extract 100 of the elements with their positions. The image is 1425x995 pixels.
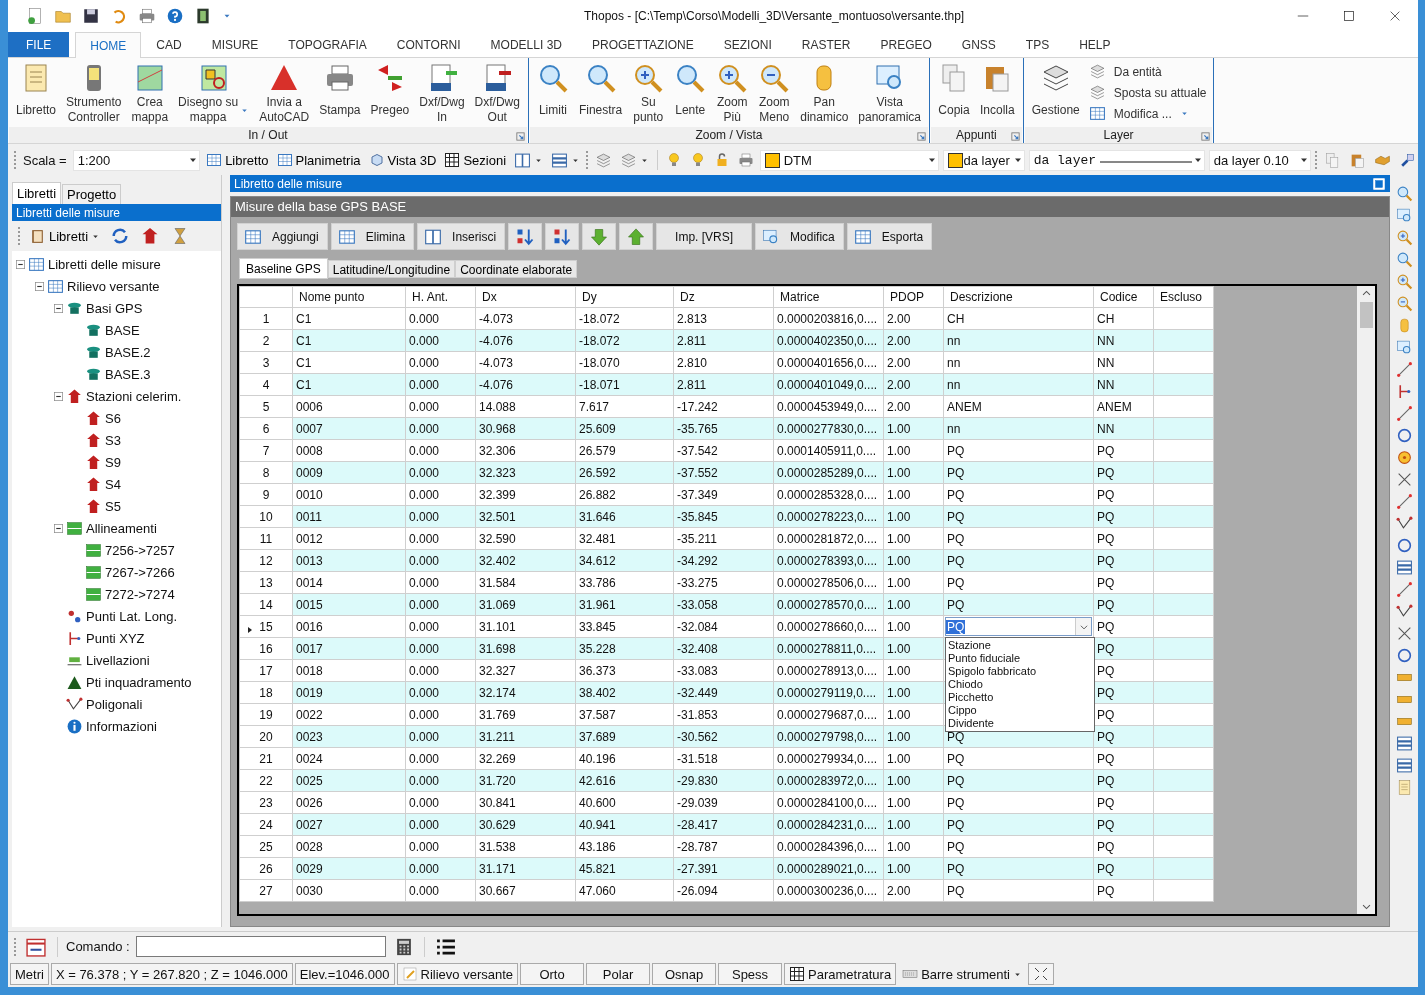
toolbar-button[interactable]	[582, 223, 617, 250]
ribbon-button[interactable]: Gestione	[1026, 60, 1085, 127]
status-item[interactable]: Metri	[10, 963, 49, 985]
toolbar-button[interactable]: Aggiungi	[237, 223, 328, 250]
collapse-icon[interactable]	[16, 259, 25, 269]
collapse-icon[interactable]	[54, 303, 63, 313]
tab[interactable]: Latitudine/Longitudine	[327, 260, 456, 278]
tree-item[interactable]: 7256->7257	[105, 542, 175, 558]
view-button[interactable]: Libretto	[204, 152, 271, 168]
restore-button[interactable]	[1372, 176, 1386, 191]
column-header[interactable]: Dx	[475, 286, 576, 308]
ribbon-button[interactable]: Zoom Più	[711, 60, 754, 127]
tree-item[interactable]: S5	[105, 498, 121, 514]
ribbon-button[interactable]: Vista panoramica	[853, 60, 926, 127]
ribbon-button[interactable]: Incolla	[975, 60, 1020, 127]
column-header[interactable]: Dy	[575, 286, 674, 308]
ribbon-button[interactable]: Copia	[933, 60, 975, 127]
tree-item[interactable]: Informazioni	[86, 718, 157, 734]
tree-item[interactable]: Livellazioni	[86, 652, 150, 668]
ribbon-button[interactable]: Limiti	[531, 60, 574, 127]
scale-dropdown[interactable]: 1:200	[72, 149, 201, 171]
column-header[interactable]: Matrice	[773, 286, 884, 308]
status-item[interactable]: Polar	[586, 963, 651, 985]
column-header[interactable]: PDOP	[883, 286, 944, 308]
tree-item[interactable]: Punti XYZ	[86, 630, 145, 646]
status-item[interactable]: Rilievo versante	[396, 963, 519, 985]
toolbar-button[interactable]: Esporta	[846, 223, 933, 250]
ribbon-button[interactable]: Stampa	[314, 60, 366, 127]
view-button[interactable]: Planimetria	[274, 152, 363, 168]
tree-item[interactable]: 7272->7274	[105, 586, 175, 602]
status-item[interactable]: Elev.=1046.000	[294, 963, 395, 985]
tree-item[interactable]: Basi GPS	[86, 300, 143, 316]
tree-item[interactable]: Libretti delle misure	[48, 256, 161, 272]
dropdown-option[interactable]: Chiodo	[948, 678, 1092, 691]
status-item[interactable]: Osnap	[652, 963, 717, 985]
ribbon-button[interactable]: Strumento Controller	[61, 60, 127, 127]
tree-item[interactable]: S4	[105, 476, 121, 492]
status-item[interactable]: Orto	[520, 963, 585, 985]
panel-tab[interactable]: Progetto	[62, 184, 122, 204]
column-header[interactable]: Nome punto	[292, 286, 406, 308]
panel-tab[interactable]: Libretti	[12, 182, 62, 204]
menu-tab[interactable]: TOPOGRAFIA	[273, 32, 382, 57]
ribbon-button[interactable]: Lente	[669, 60, 712, 127]
color-dropdown[interactable]: da layer	[943, 149, 1025, 171]
lineweight-dropdown[interactable]: da layer 0.10	[1208, 149, 1312, 171]
ribbon-button[interactable]: Sposta su attuale	[1084, 83, 1211, 102]
ribbon-button[interactable]: Modifica ...	[1084, 104, 1211, 123]
toolbar-button[interactable]: Modifica	[755, 223, 844, 250]
menu-tab[interactable]: SEZIONI	[708, 32, 787, 57]
dropdown-field[interactable]: PQ	[945, 617, 1092, 636]
toolbar-button[interactable]	[619, 223, 654, 250]
tree-item[interactable]: S6	[105, 410, 121, 426]
menu-tab[interactable]: CONTORNI	[381, 32, 476, 57]
menu-tab[interactable]: HELP	[1064, 32, 1126, 57]
status-item[interactable]: Barre strumenti	[898, 963, 1026, 985]
tree-item[interactable]: BASE.3	[105, 366, 151, 382]
ribbon-button[interactable]: Dxf/Dwg Out	[469, 60, 525, 127]
ribbon-button[interactable]: Da entità	[1084, 62, 1211, 81]
tree-item[interactable]: Poligonali	[86, 696, 143, 712]
menu-tab[interactable]: MODELLI 3D	[475, 32, 577, 57]
ribbon-button[interactable]: Finestra	[573, 60, 628, 127]
ribbon-button[interactable]: Pregeo	[365, 60, 415, 127]
linetype-dropdown[interactable]: da layer	[1028, 149, 1205, 171]
toolbar-button[interactable]	[508, 223, 543, 250]
status-item[interactable]: Spess	[718, 963, 783, 985]
menu-tab[interactable]: CAD	[141, 32, 197, 57]
group-launcher[interactable]	[1010, 132, 1020, 141]
collapse-icon[interactable]	[35, 281, 44, 291]
collapse-icon[interactable]	[54, 523, 63, 533]
menu-tab[interactable]: MISURE	[196, 32, 274, 57]
ribbon-button[interactable]: Pan dinamico	[795, 60, 854, 127]
layer-dropdown[interactable]: DTM	[760, 149, 940, 171]
tree-item[interactable]: Allineamenti	[86, 520, 157, 536]
ribbon-button[interactable]: Su punto	[627, 60, 670, 127]
tree-item[interactable]: BASE	[105, 322, 140, 338]
ribbon-button[interactable]: Dxf/Dwg In	[414, 60, 470, 127]
ribbon-button[interactable]: Crea mappa	[126, 60, 174, 127]
toolbar-button[interactable]: Elimina	[330, 223, 415, 250]
tree-item[interactable]: Stazioni celerim.	[86, 388, 182, 404]
menu-tab[interactable]: PROGETTAZIONE	[576, 32, 709, 57]
menu-tab[interactable]: TPS	[1010, 32, 1065, 57]
column-header[interactable]: Escluso	[1153, 286, 1214, 308]
tree-item[interactable]: Rilievo versante	[67, 278, 160, 294]
menu-tab[interactable]: RASTER	[786, 32, 866, 57]
tree-item[interactable]: Pti inquadramento	[86, 674, 192, 690]
command-field[interactable]	[135, 936, 386, 957]
ribbon-button[interactable]: Zoom Meno	[753, 60, 796, 127]
libretti-menu[interactable]: Libretti	[27, 227, 103, 245]
column-header[interactable]: Dz	[673, 286, 774, 308]
menu-tab[interactable]: HOME	[75, 32, 142, 58]
tree-item[interactable]: Punti Lat. Long.	[86, 608, 178, 624]
column-header[interactable]: H. Ant.	[405, 286, 476, 308]
tab[interactable]: Coordinate elaborate	[455, 260, 578, 278]
tree-item[interactable]: S3	[105, 432, 121, 448]
view-button[interactable]: Vista 3D	[366, 152, 439, 168]
ribbon-button[interactable]: Invia a AutoCAD	[254, 60, 315, 127]
ribbon-button[interactable]: Disegno su mappa	[173, 60, 255, 127]
ribbon-button[interactable]: Libretto	[11, 60, 62, 127]
tree-item[interactable]: 7267->7266	[105, 564, 175, 580]
menu-tab[interactable]: PREGEO	[865, 32, 947, 57]
